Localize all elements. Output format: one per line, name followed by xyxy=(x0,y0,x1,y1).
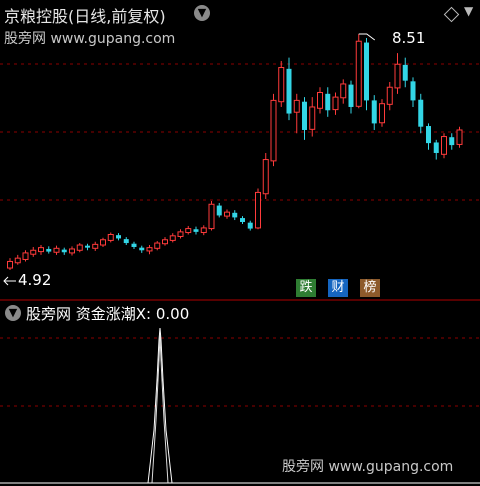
candle-body xyxy=(270,99,277,162)
candle-body xyxy=(208,203,215,230)
candle-body xyxy=(123,239,129,244)
candle-body xyxy=(177,231,184,237)
candle-body xyxy=(386,86,393,105)
badge-fall[interactable]: 跌 xyxy=(296,279,316,297)
candle-body xyxy=(418,99,424,127)
candle-body xyxy=(46,248,52,252)
high-price-label: 8.51 xyxy=(392,29,426,47)
candle-body xyxy=(22,252,29,260)
candle-body xyxy=(53,247,60,253)
candle-body xyxy=(426,126,431,144)
candle-body xyxy=(146,247,153,252)
candle-body xyxy=(76,244,83,251)
chevron-down-icon[interactable]: ▼ xyxy=(194,5,210,21)
candle-body xyxy=(139,247,145,251)
candle-body xyxy=(107,234,114,241)
candle-body xyxy=(262,159,269,195)
badge-rank[interactable]: 榜 xyxy=(360,279,380,297)
candle-body xyxy=(371,100,377,124)
candle-body xyxy=(169,235,176,241)
candle-body xyxy=(325,93,331,111)
candle-body xyxy=(216,205,222,216)
candle-body xyxy=(61,249,67,253)
candle-body xyxy=(30,249,37,255)
candle-body xyxy=(348,84,354,107)
chart-title: 京粮控股(日线,前复权) xyxy=(4,7,166,26)
candle-body xyxy=(255,191,261,229)
candle-body xyxy=(131,243,137,247)
watermark-top: 股旁网 www.gupang.com xyxy=(4,31,176,47)
candle-body xyxy=(433,142,439,153)
badge-finance[interactable]: 财 xyxy=(328,279,348,297)
candle-body xyxy=(92,243,99,249)
candle-body xyxy=(456,129,463,145)
candle-body xyxy=(185,228,192,234)
candle-body xyxy=(410,81,416,101)
candle-body xyxy=(85,245,90,248)
candle-body xyxy=(200,227,207,234)
candle-body xyxy=(69,248,75,254)
watermark-bottom: 股旁网 www.gupang.com xyxy=(282,459,454,475)
candle-body xyxy=(224,211,230,217)
candle-body xyxy=(317,92,323,109)
candle-body xyxy=(7,260,13,269)
candle-body xyxy=(449,137,455,146)
candle-body xyxy=(232,212,238,218)
candle-body xyxy=(193,229,199,232)
candle-body xyxy=(309,106,316,130)
candle-body xyxy=(302,101,307,130)
candle-body xyxy=(355,40,362,107)
candle-body xyxy=(162,239,168,245)
candle-body xyxy=(394,63,401,89)
candle-body xyxy=(332,96,339,111)
indicator-title: 股旁网 资金涨潮X: 0.00 xyxy=(26,305,190,323)
candle-body xyxy=(441,136,447,155)
candle-body xyxy=(278,67,285,103)
chevron-down-icon[interactable]: ▼ xyxy=(5,305,21,321)
candle-body xyxy=(364,42,369,101)
chevron-down-icon[interactable]: ▼ xyxy=(464,4,473,18)
candle-body xyxy=(14,257,21,264)
candle-body xyxy=(293,99,300,113)
low-price-label: 4.92 xyxy=(18,271,52,289)
candlestick-chart xyxy=(0,33,480,484)
candle-body xyxy=(340,83,347,99)
candle-body xyxy=(154,242,161,249)
indicator-line xyxy=(151,334,169,484)
candle-body xyxy=(402,64,408,81)
candle-body xyxy=(286,68,292,114)
candle-body xyxy=(38,247,44,253)
candle-body xyxy=(100,239,106,246)
candle-body xyxy=(240,218,245,223)
candle-body xyxy=(247,222,253,229)
candle-body xyxy=(116,235,121,239)
candle-body xyxy=(379,103,385,124)
